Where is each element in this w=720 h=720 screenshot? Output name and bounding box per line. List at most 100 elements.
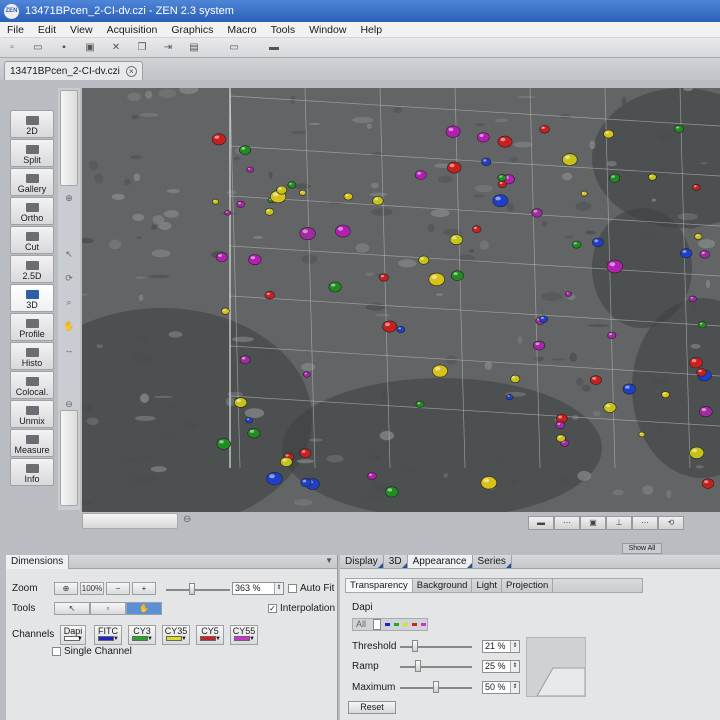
vertical-slider-top[interactable] <box>60 90 78 186</box>
view-button-2d[interactable]: 2D <box>10 110 54 138</box>
show-all-button[interactable]: Show All <box>622 543 662 554</box>
grid-icon[interactable]: ⋯ <box>554 516 580 530</box>
close-document-icon[interactable]: ✕ <box>108 41 124 55</box>
view-button-colocal[interactable]: Colocal. <box>10 371 54 399</box>
view-button-ortho[interactable]: Ortho <box>10 197 54 225</box>
zoom-icon[interactable]: ⊕ <box>63 192 75 204</box>
pointer-icon[interactable]: ↖ <box>63 248 75 260</box>
zoom-out-icon[interactable]: − <box>106 582 130 595</box>
zoom-in-icon[interactable]: + <box>132 582 156 595</box>
tab-display[interactable]: Display <box>340 555 384 568</box>
channel-chip[interactable] <box>412 623 417 626</box>
tool-pointer-icon[interactable]: ↖ <box>54 602 90 615</box>
close-icon[interactable]: × <box>125 66 137 77</box>
vertical-slider-bottom[interactable] <box>60 410 78 506</box>
view-button-info[interactable]: Info <box>10 458 54 486</box>
zoom-fit-icon[interactable]: ⊕ <box>54 582 78 595</box>
maximum-value-input[interactable]: 50 % ⇕ <box>482 681 520 694</box>
horizontal-slider[interactable] <box>82 513 178 529</box>
render-mode-icon[interactable]: ▬ <box>528 516 554 530</box>
new-document-icon[interactable]: ▫ <box>4 41 20 55</box>
box-icon[interactable]: ▣ <box>580 516 606 530</box>
reset-button[interactable]: Reset <box>348 701 396 714</box>
tab-series[interactable]: Series <box>473 555 512 568</box>
zoom-100-button[interactable]: 100% <box>80 582 104 595</box>
layout-icon[interactable]: ▤ <box>186 41 202 55</box>
ramp-value-input[interactable]: 25 % ⇕ <box>482 660 520 673</box>
slider-reset-icon[interactable]: ⊖ <box>183 514 191 525</box>
reset-view-icon[interactable]: ⊖ <box>63 398 75 410</box>
ramp-slider-thumb[interactable] <box>415 660 421 672</box>
view-button-histo[interactable]: Histo <box>10 342 54 370</box>
menu-tools[interactable]: Tools <box>264 24 303 36</box>
menu-window[interactable]: Window <box>302 24 353 36</box>
threshold-value-input[interactable]: 21 % ⇕ <box>482 640 520 653</box>
screen-layout-icon[interactable]: ▭ <box>226 41 242 55</box>
channel-selector[interactable]: All <box>352 618 428 631</box>
view-button-profile[interactable]: Profile <box>10 313 54 341</box>
channel-button-dapi[interactable]: Dapi ▼ <box>60 625 86 645</box>
tab-dimensions[interactable]: Dimensions <box>6 555 70 569</box>
channel-button-cy35[interactable]: CY35 ▼ <box>162 625 190 645</box>
menu-graphics[interactable]: Graphics <box>164 24 220 36</box>
dropdown-arrow-icon[interactable]: ▼ <box>249 636 255 642</box>
export-icon[interactable]: ⇥ <box>160 41 176 55</box>
view-button-cut[interactable]: Cut <box>10 226 54 254</box>
collapse-icon[interactable]: ▼ <box>325 556 333 565</box>
scale-icon[interactable]: ⋯ <box>632 516 658 530</box>
pan-hand-icon[interactable]: ✋ <box>63 320 75 332</box>
dropdown-arrow-icon[interactable]: ▼ <box>147 636 153 642</box>
dropdown-arrow-icon[interactable]: ▼ <box>113 636 119 642</box>
dropdown-arrow-icon[interactable]: ▼ <box>77 636 83 642</box>
channel-chip-dapi[interactable] <box>373 619 381 630</box>
channel-button-cy55[interactable]: CY55 ▼ <box>230 625 258 645</box>
threshold-slider-thumb[interactable] <box>412 640 419 652</box>
channel-button-fitc[interactable]: FITC ▼ <box>94 625 122 645</box>
single-channel-checkbox[interactable] <box>52 647 61 656</box>
fly-icon[interactable]: ↔ <box>63 344 75 356</box>
zoom-slider-thumb[interactable] <box>188 583 195 595</box>
auto-fit-checkbox[interactable] <box>288 584 297 593</box>
menu-view[interactable]: View <box>63 24 100 36</box>
menu-macro[interactable]: Macro <box>220 24 263 36</box>
rotate-icon[interactable]: ⟳ <box>63 272 75 284</box>
dropdown-arrow-icon[interactable]: ▼ <box>181 636 187 642</box>
view-button-measure[interactable]: Measure <box>10 429 54 457</box>
3d-viewer-canvas[interactable] <box>82 88 720 512</box>
menu-file[interactable]: File <box>0 24 31 36</box>
menu-acquisition[interactable]: Acquisition <box>100 24 165 36</box>
channel-chip[interactable] <box>394 623 399 626</box>
view-button-gallery[interactable]: Gallery <box>10 168 54 196</box>
interpolation-checkbox[interactable]: ✓ <box>268 604 277 613</box>
document-tab[interactable]: 13471BPcen_2-CI-dv.czi × <box>4 61 143 80</box>
view-button-split[interactable]: Split <box>10 139 54 167</box>
axis-icon[interactable]: ⊥ <box>606 516 632 530</box>
spin-arrows-icon[interactable]: ⇕ <box>510 641 519 652</box>
channel-button-cy5[interactable]: CY5 ▼ <box>196 625 224 645</box>
tool-hand-icon[interactable]: ✋ <box>126 602 162 615</box>
magnifier-icon[interactable]: ⌕ <box>63 296 75 308</box>
dropdown-arrow-icon[interactable]: ▼ <box>215 636 221 642</box>
subtab-projection[interactable]: Projection <box>502 579 554 592</box>
save-as-icon[interactable]: ▣ <box>82 41 98 55</box>
channel-button-cy3[interactable]: CY3 ▼ <box>128 625 156 645</box>
copy-icon[interactable]: ❐ <box>134 41 150 55</box>
menu-help[interactable]: Help <box>353 24 389 36</box>
save-icon[interactable]: ▪ <box>56 41 72 55</box>
view-button-2-5d[interactable]: 2.5D <box>10 255 54 283</box>
channel-chip[interactable] <box>421 623 426 626</box>
open-folder-icon[interactable]: ▭ <box>30 41 46 55</box>
maximum-slider-thumb[interactable] <box>433 681 439 693</box>
tab-3d[interactable]: 3D <box>384 555 408 568</box>
channel-chip[interactable] <box>385 623 390 626</box>
ramp-slider-track[interactable] <box>400 666 472 668</box>
zoom-slider-track[interactable] <box>166 589 230 591</box>
view-button-3d[interactable]: 3D <box>10 284 54 312</box>
image-icon[interactable]: ▬ <box>266 41 282 55</box>
subtab-transparency[interactable]: Transparency <box>346 579 413 592</box>
subtab-light[interactable]: Light <box>472 579 503 592</box>
spin-arrows-icon[interactable]: ⇕ <box>274 583 283 594</box>
tool-frame-icon[interactable]: ▫ <box>90 602 126 615</box>
view-button-unmix[interactable]: Unmix <box>10 400 54 428</box>
channel-chip[interactable] <box>403 623 408 626</box>
